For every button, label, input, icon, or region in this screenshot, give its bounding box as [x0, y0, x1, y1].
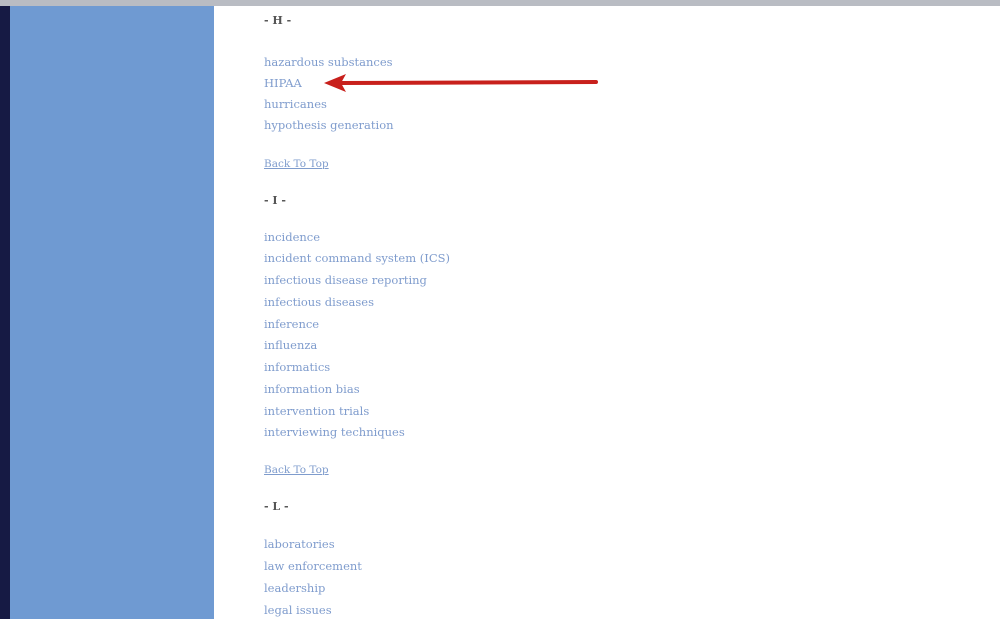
- section-heading-h: - H -: [264, 14, 292, 27]
- left-dark-border: [0, 6, 10, 619]
- index-link[interactable]: hypothesis generation: [264, 118, 394, 132]
- section-heading-l: - L -: [264, 500, 289, 513]
- index-link[interactable]: laboratories: [264, 537, 335, 551]
- index-link[interactable]: hurricanes: [264, 97, 327, 111]
- index-link[interactable]: hazardous substances: [264, 55, 393, 69]
- index-link[interactable]: infectious diseases: [264, 295, 374, 309]
- index-link[interactable]: incident command system (ICS): [264, 251, 450, 265]
- back-to-top-link[interactable]: Back To Top: [264, 463, 329, 477]
- index-link[interactable]: interviewing techniques: [264, 425, 405, 439]
- index-link[interactable]: informatics: [264, 360, 330, 374]
- index-link[interactable]: influenza: [264, 338, 317, 352]
- index-link[interactable]: law enforcement: [264, 559, 362, 573]
- index-link-hipaa[interactable]: HIPAA: [264, 76, 302, 90]
- index-link[interactable]: intervention trials: [264, 404, 369, 418]
- main-content: [214, 6, 1000, 619]
- index-link[interactable]: leadership: [264, 581, 325, 595]
- left-sidebar: [10, 6, 214, 619]
- index-link[interactable]: information bias: [264, 382, 360, 396]
- index-link[interactable]: inference: [264, 317, 319, 331]
- index-link[interactable]: incidence: [264, 230, 320, 244]
- back-to-top-link[interactable]: Back To Top: [264, 157, 329, 171]
- section-heading-i: - I -: [264, 194, 286, 207]
- index-link[interactable]: infectious disease reporting: [264, 273, 427, 287]
- index-link[interactable]: legal issues: [264, 603, 332, 617]
- red-arrow-icon: [324, 74, 598, 92]
